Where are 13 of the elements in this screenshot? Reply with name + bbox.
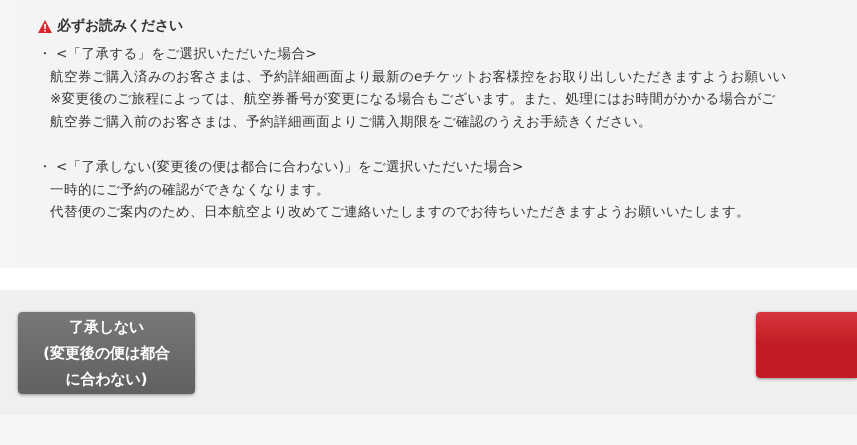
decline-button[interactable]: 了承しない (変更後の便は都合 に合わない) — [18, 312, 195, 394]
notice-text: 航空券ご購入前のお客さまは、予約詳細画面よりご購入期限をご確認のうえお手続きください。 — [50, 112, 652, 132]
notice-text: 代替便のご案内のため、日本航空より改めてご連絡いたしますのでお待ちいただきますようお願いいたします。 — [50, 203, 750, 222]
notice-text: ※変更後のご旅程によっては、航空券番号が変更になる場合もございます。また、処理にはお時間がかかる場合がご — [50, 90, 776, 109]
warning-icon — [38, 20, 52, 33]
notice-title: 必ずお読みください — [57, 17, 183, 36]
accept-button[interactable] — [756, 312, 857, 378]
section-heading: <「了承しない(変更後の便は都合に合わない)」をご選択いただいた場合> — [56, 158, 524, 177]
section-heading: <「了承する」をご選択いただいた場合> — [56, 45, 317, 64]
notice-text: 一時的にご予約の確認ができなくなります。 — [50, 180, 330, 200]
notice-text: 航空券ご購入済みのお客さまは、予約詳細画面より最新のeチケットお客様控をお取り出しいただきますようお願いい — [50, 68, 786, 86]
bullet-mark: ・ — [38, 45, 52, 64]
bullet-mark: ・ — [38, 158, 52, 177]
